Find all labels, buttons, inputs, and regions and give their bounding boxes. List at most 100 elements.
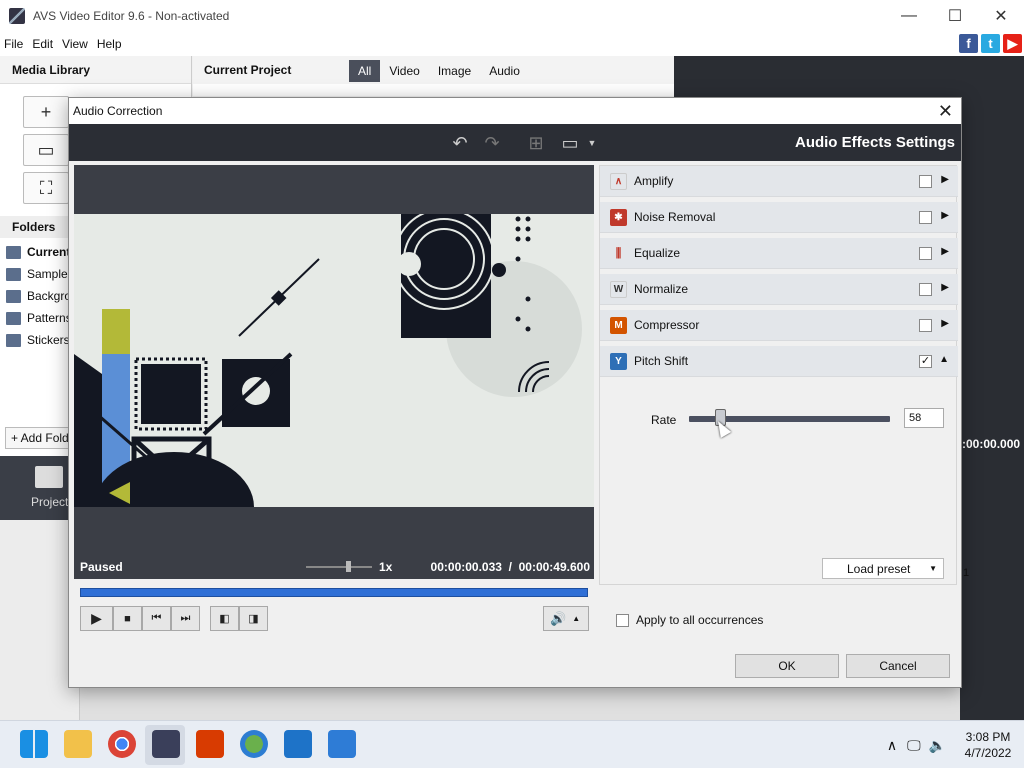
menu-help[interactable]: Help xyxy=(93,37,127,51)
effect-checkbox[interactable] xyxy=(919,247,932,260)
speed-slider[interactable] xyxy=(306,566,372,568)
speaker-icon[interactable]: 🔈 xyxy=(929,737,946,754)
expand-arrow-icon[interactable]: ▶ xyxy=(941,318,949,329)
monitor-icon[interactable]: ▭ xyxy=(559,133,581,153)
expand-arrow-icon[interactable]: ▶ xyxy=(941,282,949,293)
effect-checkbox[interactable] xyxy=(919,211,932,224)
apply-all-option[interactable]: Apply to all occurrences xyxy=(616,613,763,627)
maximize-button[interactable]: ☐ xyxy=(932,0,978,31)
minimize-button[interactable]: — xyxy=(886,0,932,31)
dialog-close-icon[interactable]: ✕ xyxy=(938,101,953,122)
folder-icon xyxy=(6,333,21,347)
volume-dropdown-icon[interactable]: ▲ xyxy=(572,614,580,623)
effect-checkbox[interactable] xyxy=(919,283,932,296)
close-window-button[interactable]: ✕ xyxy=(978,0,1024,31)
apply-all-label: Apply to all occurrences xyxy=(636,613,764,627)
menu-edit[interactable]: Edit xyxy=(28,37,58,51)
filter-video[interactable]: Video xyxy=(380,60,428,82)
redo-icon[interactable]: ↷ xyxy=(481,133,503,153)
dialog-title: Audio Correction xyxy=(73,104,163,118)
dialog-titlebar: Audio Correction ✕ xyxy=(69,98,961,124)
folder-icon xyxy=(6,289,21,303)
effect-compressor[interactable]: M Compressor ▶ xyxy=(600,310,958,341)
social-links: f t ▶ xyxy=(959,34,1022,53)
effect-noise-removal[interactable]: ✱ Noise Removal ▶ xyxy=(600,202,958,233)
effect-checkbox[interactable] xyxy=(919,175,932,188)
expand-arrow-icon[interactable]: ▶ xyxy=(941,174,949,185)
audio-effects-panel: ∧ Amplify ▶ ✱ Noise Removal ▶ ⫼ Equalize… xyxy=(599,165,958,585)
folder-icon xyxy=(6,267,21,281)
effect-amplify[interactable]: ∧ Amplify ▶ xyxy=(600,166,958,197)
folder-stickers[interactable]: Stickers xyxy=(6,330,70,350)
office-icon[interactable] xyxy=(196,730,224,758)
speed-slider-thumb[interactable] xyxy=(346,561,351,572)
folder-samples[interactable]: Samples xyxy=(6,264,74,284)
screen-capture-button[interactable]: ⛶ xyxy=(23,172,69,204)
system-clock[interactable]: 3:08 PM 4/7/2022 xyxy=(952,729,1024,761)
effect-label: Compressor xyxy=(634,318,700,332)
volume-icon: 🔊 xyxy=(550,610,567,626)
network-icon[interactable]: 🖵 xyxy=(907,737,921,754)
folder-patterns[interactable]: Patterns xyxy=(6,308,72,328)
expand-arrow-icon[interactable]: ▶ xyxy=(941,246,949,257)
next-frame-icon[interactable]: ⏭ xyxy=(171,606,200,631)
chevron-up-icon[interactable]: ∧ xyxy=(887,737,897,754)
volume-button[interactable]: 🔊 ▲ xyxy=(543,606,589,631)
media-app-icon[interactable] xyxy=(284,730,312,758)
filter-image[interactable]: Image xyxy=(429,60,480,82)
transport-controls: ▶ ■ ⏮ ⏭ ◧ ◨ xyxy=(80,606,268,631)
load-preset-label: Load preset xyxy=(847,561,911,576)
timeline-area xyxy=(80,688,960,720)
chrome-icon[interactable] xyxy=(108,730,136,758)
current-project-panel: Current Project All Video Image Audio xyxy=(193,56,674,96)
mark-out-icon[interactable]: ◨ xyxy=(239,606,268,631)
clock-time: 3:08 PM xyxy=(965,730,1011,744)
compressor-icon: M xyxy=(610,316,627,334)
effect-normalize[interactable]: W Normalize ▶ xyxy=(600,274,958,305)
mark-in-icon[interactable]: ◧ xyxy=(210,606,239,631)
video-capture-button[interactable]: ▭ xyxy=(23,134,69,166)
internet-download-icon[interactable] xyxy=(240,730,268,758)
effect-checkbox-checked[interactable]: ✓ xyxy=(919,355,932,368)
app-titlebar: AVS Video Editor 9.6 - Non-activated — ☐… xyxy=(0,0,1024,31)
app-icon xyxy=(9,7,25,24)
rate-input[interactable]: 58 xyxy=(904,408,944,428)
video-frame xyxy=(74,214,594,507)
noise-removal-icon: ✱ xyxy=(610,208,627,226)
effect-checkbox[interactable] xyxy=(919,319,932,332)
filter-all[interactable]: All xyxy=(349,60,381,82)
folder-backgrounds[interactable]: Backgrou xyxy=(6,286,78,306)
ok-button[interactable]: OK xyxy=(735,654,839,678)
file-explorer-icon[interactable] xyxy=(64,730,92,758)
photos-icon[interactable] xyxy=(328,730,356,758)
start-icon[interactable] xyxy=(20,730,48,758)
ruler-mark: 1 xyxy=(963,567,970,579)
effect-equalize[interactable]: ⫼ Equalize ▶ xyxy=(600,238,958,269)
seek-bar[interactable] xyxy=(80,588,588,597)
add-folder-button[interactable]: + Add Fold xyxy=(5,427,77,449)
cancel-button[interactable]: Cancel xyxy=(846,654,950,678)
menu-view[interactable]: View xyxy=(58,37,93,51)
effect-label: Pitch Shift xyxy=(634,354,689,368)
expand-arrow-icon[interactable]: ▶ xyxy=(941,210,949,221)
facebook-icon[interactable]: f xyxy=(959,34,978,53)
twitter-icon[interactable]: t xyxy=(981,34,1000,53)
menu-file[interactable]: File xyxy=(0,37,28,51)
avs-video-editor-icon[interactable] xyxy=(152,730,180,758)
previous-frame-icon[interactable]: ⏮ xyxy=(142,606,171,631)
grid-icon[interactable]: ⊞ xyxy=(525,133,547,153)
youtube-icon[interactable]: ▶ xyxy=(1003,34,1022,53)
apply-all-checkbox[interactable] xyxy=(616,613,629,627)
main-timecode: :00:00.000 xyxy=(962,437,1021,451)
taskbar: ∧ 🖵 🔈 3:08 PM 4/7/2022 xyxy=(0,720,1024,768)
undo-icon[interactable]: ↶ xyxy=(449,133,471,153)
monitor-dropdown-icon[interactable]: ▼ xyxy=(581,133,603,153)
effect-pitch-shift[interactable]: Y Pitch Shift ✓ ▲ xyxy=(600,346,958,377)
filter-audio[interactable]: Audio xyxy=(480,60,529,82)
load-preset-dropdown[interactable]: Load preset ▼ xyxy=(822,558,944,579)
play-icon[interactable]: ▶ xyxy=(80,606,113,631)
folder-current[interactable]: Current xyxy=(6,242,70,262)
collapse-arrow-icon[interactable]: ▲ xyxy=(939,354,949,365)
stop-icon[interactable]: ■ xyxy=(113,606,142,631)
add-media-button[interactable]: + xyxy=(23,96,69,128)
